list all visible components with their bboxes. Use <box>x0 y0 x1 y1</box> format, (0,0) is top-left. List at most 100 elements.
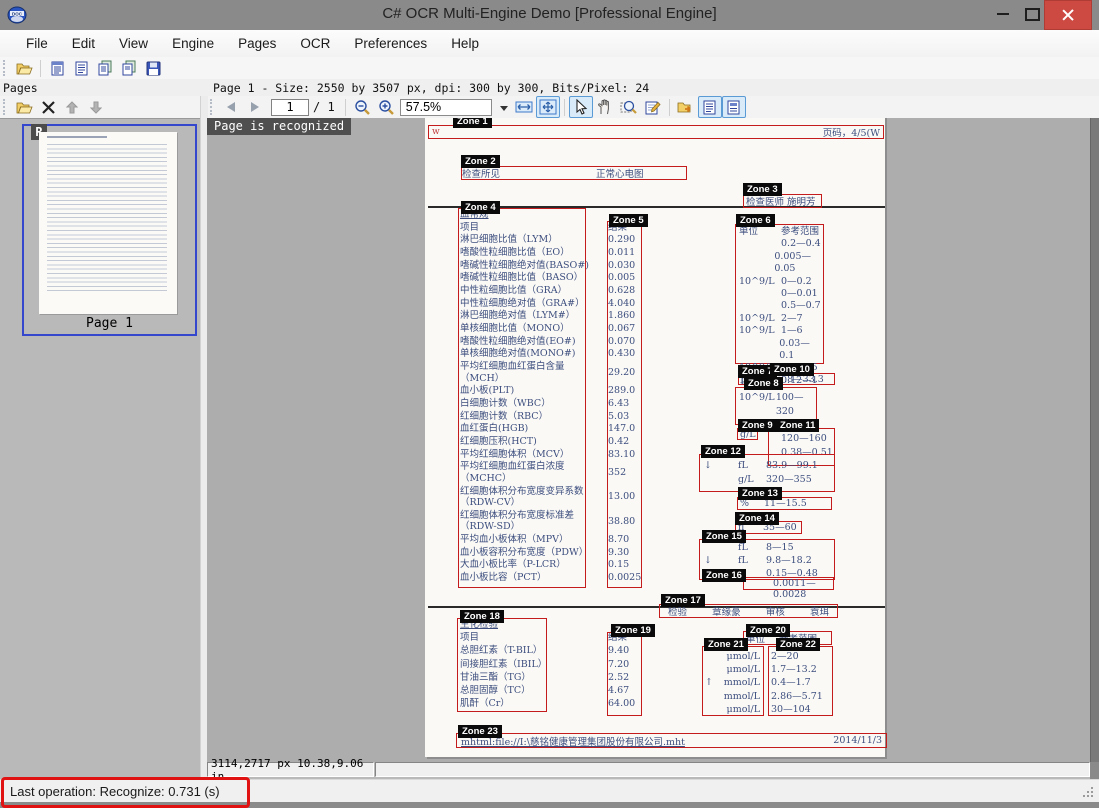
vertical-scrollbar[interactable] <box>1090 118 1099 762</box>
zone-label[interactable]: Zone 19 <box>611 624 655 637</box>
pan-tool-button[interactable] <box>593 96 617 118</box>
range-value: 1.7—13.2 <box>771 664 817 675</box>
page-thumbnail-image[interactable] <box>39 132 177 314</box>
menu-bar: File Edit View Engine Pages OCR Preferen… <box>0 30 1099 57</box>
menu-file[interactable]: File <box>14 32 60 55</box>
zone-label[interactable]: Zone 23 <box>458 725 502 738</box>
zone-label[interactable]: Zone 14 <box>735 512 779 525</box>
zone-label[interactable]: Zone 10 <box>770 363 814 376</box>
move-page-down-button[interactable] <box>84 96 108 118</box>
maximize-button[interactable] <box>1018 0 1046 28</box>
add-page-button[interactable] <box>12 96 36 118</box>
page-list-button[interactable] <box>69 57 93 79</box>
zone-box-biochem-ranges[interactable]: 2—201.7—13.20.4—1.72.86—5.7130—104 <box>768 646 833 716</box>
fit-page-button[interactable] <box>536 96 560 118</box>
zone-box-biochem-names[interactable] <box>457 618 547 712</box>
zone-box-examiner[interactable]: 检查医师 施明芳 <box>743 194 822 208</box>
zone-box-biochem-units[interactable]: μmol/L μmol/L ↑ mmol/L mmol/L <box>702 646 764 716</box>
zoom-out-button[interactable] <box>350 96 374 118</box>
zone-label[interactable]: Zone 5 <box>609 214 648 227</box>
zone-box-biochem-results[interactable] <box>607 632 642 716</box>
units-header-row: 单位 参考范围 <box>739 226 823 238</box>
zone-box-header[interactable]: w 页码，4/5(W <box>428 125 884 139</box>
zone-label[interactable]: Zone 17 <box>661 594 705 607</box>
previous-page-button[interactable] <box>219 96 243 118</box>
zone-label[interactable]: Zone 21 <box>704 638 748 651</box>
zone-label[interactable]: Zone 22 <box>776 638 820 651</box>
menu-ocr[interactable]: OCR <box>288 32 342 55</box>
zone-label[interactable]: Zone 16 <box>702 569 746 582</box>
menu-pages[interactable]: Pages <box>226 32 288 55</box>
zone-label[interactable]: Zone 12 <box>701 445 745 458</box>
menu-edit[interactable]: Edit <box>60 32 107 55</box>
unit-value: fL <box>738 554 766 567</box>
zone-label[interactable]: Zone 8 <box>744 377 783 390</box>
zone-label[interactable]: Zone 1 <box>453 118 492 128</box>
range-row: 1.7—13.2 <box>771 663 832 676</box>
view-layout-icon <box>726 100 741 115</box>
zone-label[interactable]: Zone 20 <box>746 624 790 637</box>
range-value: 0.03—0.1 <box>779 338 823 363</box>
zone-label[interactable]: Zone 4 <box>461 201 500 214</box>
zoom-level-combobox[interactable]: 57.5% <box>400 99 492 116</box>
copy-page-button[interactable] <box>93 57 117 79</box>
header-left-text: w <box>432 127 440 137</box>
range-value: 0.5—0.7 <box>781 300 821 312</box>
range-value: 9.8—18.2 <box>766 554 812 567</box>
zone-box-cbc-results[interactable] <box>607 221 642 588</box>
zone-label[interactable]: Zone 6 <box>736 214 775 227</box>
zone-label[interactable]: Zone 13 <box>738 487 782 500</box>
move-page-up-button[interactable] <box>60 96 84 118</box>
zone-box-pct-range[interactable]: 0.0011—0.0028 <box>743 577 834 590</box>
zone-label[interactable]: Zone 15 <box>702 530 746 543</box>
zone-label[interactable]: Zone 9 <box>738 419 777 432</box>
pages-panel: R Page 1 <box>0 118 200 780</box>
navigation-toolbar: / 1 57.5% <box>207 96 746 118</box>
delete-page-button[interactable] <box>36 96 60 118</box>
close-button[interactable] <box>1044 0 1092 30</box>
flag-arrow <box>702 473 716 487</box>
flag-arrow: ↑ <box>703 676 719 689</box>
page-thumbnail-selected[interactable]: R Page 1 <box>22 124 197 336</box>
zone-label[interactable]: Zone 11 <box>776 419 819 432</box>
zoom-region-button[interactable] <box>617 96 641 118</box>
combo-dropdown-icon[interactable] <box>500 106 508 111</box>
zone-box-footer[interactable]: mhtml:file://I:\慈铭健康管理集团股份有限公司.mht 2014/… <box>456 733 887 748</box>
menu-view[interactable]: View <box>107 32 160 55</box>
select-tool-button[interactable] <box>569 96 593 118</box>
view-layout-button[interactable] <box>722 96 746 118</box>
zone-label[interactable]: Zone 3 <box>743 183 782 196</box>
unit-value: 10^9/L <box>739 391 776 419</box>
view-text-button[interactable] <box>698 96 722 118</box>
main-toolbar <box>0 57 1099 79</box>
open-document-button[interactable] <box>12 57 36 79</box>
save-button[interactable] <box>141 57 165 79</box>
resize-grip[interactable] <box>1083 787 1095 799</box>
range-row: 120—160 <box>781 432 834 446</box>
zone-box-cbc-names[interactable] <box>458 208 586 588</box>
menu-engine[interactable]: Engine <box>160 32 226 55</box>
edit-zones-button[interactable] <box>641 96 665 118</box>
zone-label[interactable]: Zone 2 <box>461 155 500 168</box>
zone-label[interactable]: Zone 18 <box>460 610 504 623</box>
paste-page-button[interactable] <box>117 57 141 79</box>
menu-help[interactable]: Help <box>439 32 491 55</box>
export-results-button[interactable] <box>674 96 698 118</box>
page-thumbnails-button[interactable] <box>45 57 69 79</box>
fit-width-button[interactable] <box>512 96 536 118</box>
minimize-button[interactable] <box>988 0 1018 28</box>
document-page[interactable]: Zone 1 Zone 2 Zone 3 Zone 4 Zone 5 Zone … <box>425 118 885 757</box>
zone-box-units-ranges[interactable]: 单位 参考范围 0.2—0.4 0.005—0.05 10^9/L 0—0.2 <box>735 224 824 364</box>
edit-zones-icon <box>645 99 661 115</box>
cursor-coordinates: 3114,2717 px 10.38,9.06 in <box>207 762 374 777</box>
page-number-input[interactable] <box>271 99 309 116</box>
zoom-in-button[interactable] <box>374 96 398 118</box>
next-page-button[interactable] <box>243 96 267 118</box>
flag-arrow <box>703 690 719 703</box>
range-value: 8—15 <box>766 541 794 554</box>
menu-preferences[interactable]: Preferences <box>342 32 439 55</box>
unit-range-row: 0.03—0.1 <box>739 338 823 363</box>
zone-box-findings[interactable]: 检查所见 正常心电图 <box>461 166 687 180</box>
unit-value <box>739 238 781 250</box>
document-view[interactable]: Page is recognized Zone 1 Zone 2 Zone 3 … <box>207 118 1090 762</box>
